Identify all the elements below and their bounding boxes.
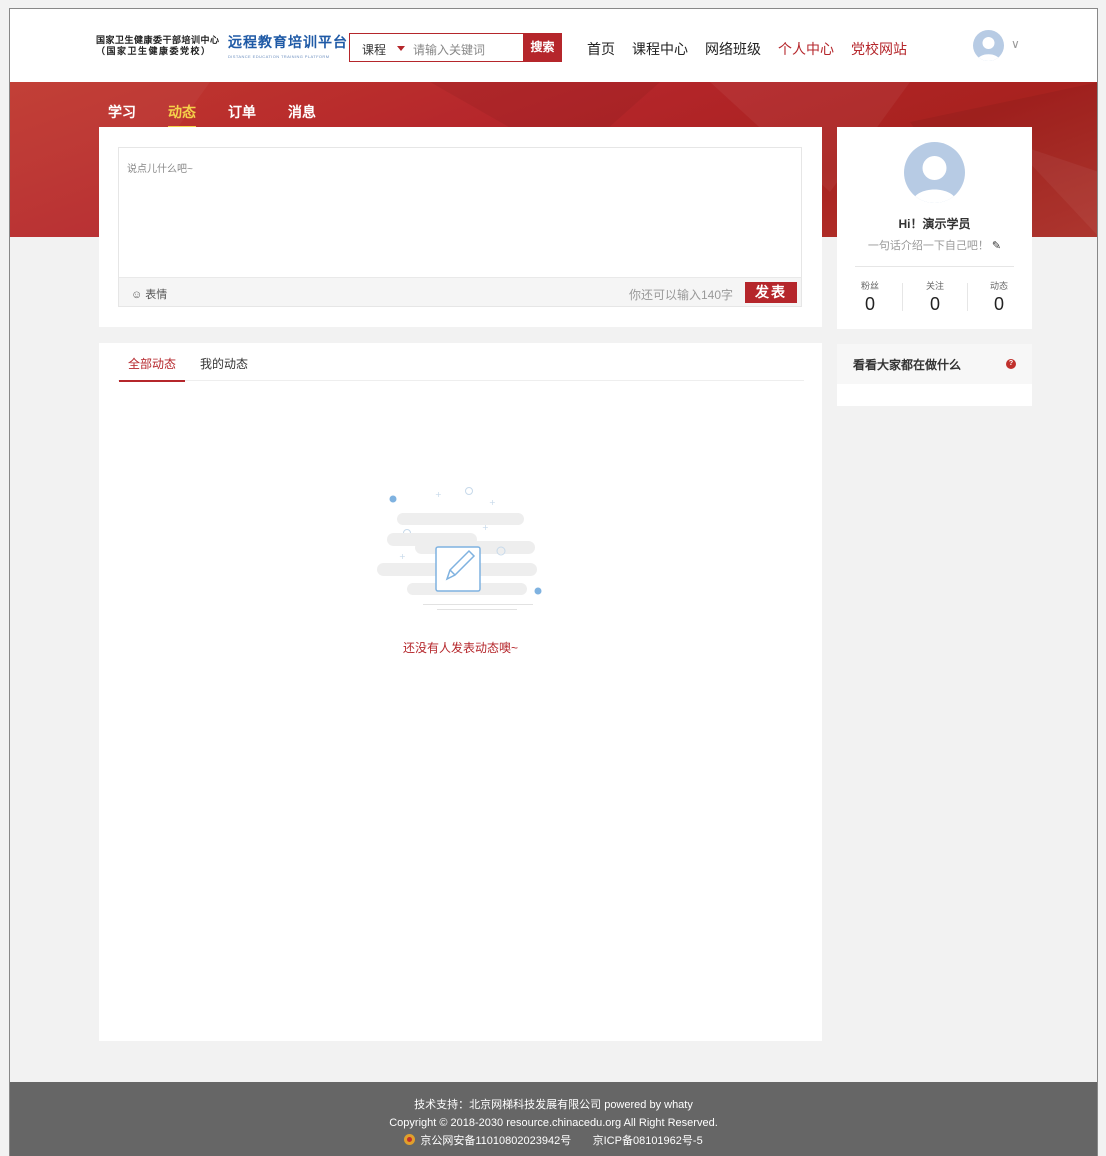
logo-line1: 国家卫生健康委干部培训中心 xyxy=(96,35,220,45)
footer-copyright: Copyright © 2018-2030 resource.chinacedu… xyxy=(389,1117,718,1129)
brand-name: 远程教育培训平台 xyxy=(228,35,348,51)
help-icon[interactable]: ? xyxy=(1006,359,1016,369)
nav-home[interactable]: 首页 xyxy=(587,39,615,59)
post-textarea[interactable]: 说点儿什么吧~ xyxy=(118,147,802,278)
police-record-link[interactable]: 京公网安备11010802023942号 xyxy=(420,1135,571,1147)
footer-support: 技术支持：北京网梯科技发展有限公司 powered by whaty xyxy=(414,1099,693,1111)
emoji-button[interactable]: ☺ 表情 xyxy=(131,286,167,302)
profile-intro-text: 一句话介绍一下自己吧！ xyxy=(867,240,989,252)
tab-all-activity[interactable]: 全部动态 xyxy=(118,355,186,382)
user-silhouette-icon xyxy=(912,156,957,203)
divider xyxy=(902,283,903,311)
card-header: 看看大家都在做什么 ? xyxy=(837,344,1032,384)
tab-messages[interactable]: 消息 xyxy=(288,102,316,122)
tab-study[interactable]: 学习 xyxy=(108,102,136,122)
main-nav: 首页 课程中心 网络班级 个人中心 党校网站 xyxy=(587,39,924,59)
svg-text:+: + xyxy=(489,498,496,507)
search-input[interactable]: 请输入关键词 xyxy=(413,41,485,58)
svg-text:+: + xyxy=(399,552,406,561)
logo-line2: （国家卫生健康委党校） xyxy=(96,46,212,56)
post-toolbar: ☺ 表情 你还可以输入140字 发表 xyxy=(118,277,802,307)
card-title: 看看大家都在做什么 xyxy=(853,358,962,372)
post-composer: 说点儿什么吧~ ☺ 表情 你还可以输入140字 发表 xyxy=(99,127,822,327)
user-avatar[interactable] xyxy=(973,30,1004,61)
stat-posts[interactable]: 动态 0 xyxy=(974,279,1024,315)
profile-avatar[interactable] xyxy=(904,142,965,203)
page-footer: 技术支持：北京网梯科技发展有限公司 powered by whaty Copyr… xyxy=(10,1082,1097,1156)
tab-orders[interactable]: 订单 xyxy=(228,102,256,122)
stat-value: 0 xyxy=(929,294,940,314)
page-frame: 国家卫生健康委干部培训中心 （国家卫生健康委党校） 远程教育培训平台 DISTA… xyxy=(9,8,1098,1156)
svg-text:+: + xyxy=(435,490,442,499)
org-logo[interactable]: 国家卫生健康委干部培训中心 （国家卫生健康委党校） xyxy=(96,35,220,57)
stat-label: 粉丝 xyxy=(860,281,879,291)
post-placeholder: 说点儿什么吧~ xyxy=(127,164,193,175)
brand-subtitle: DISTANCE EDUCATION TRAINING PLATFORM xyxy=(228,54,330,59)
publish-button[interactable]: 发表 xyxy=(745,282,797,303)
nav-classes[interactable]: 网络班级 xyxy=(705,39,761,59)
empty-state-text: 还没有人发表动态噢~ xyxy=(402,641,518,655)
search-category-select[interactable]: 课程 xyxy=(362,41,386,58)
pencil-icon[interactable]: ✎ xyxy=(992,240,1001,252)
profile-greeting: Hi！演示学员 xyxy=(898,217,971,231)
tab-activity[interactable]: 动态 xyxy=(168,102,196,128)
police-badge-icon xyxy=(404,1134,416,1145)
empty-state-illustration: + + + + xyxy=(377,479,547,632)
emoji-label: 表情 xyxy=(145,289,168,301)
user-silhouette-icon xyxy=(977,37,1000,61)
divider xyxy=(967,283,968,311)
char-counter: 你还可以输入140字 xyxy=(628,288,733,302)
search-button[interactable]: 搜索 xyxy=(523,33,562,62)
feed-tabs: 全部动态 我的动态 xyxy=(118,343,804,382)
icp-record-link[interactable]: 京ICP备08101962号-5 xyxy=(593,1135,703,1147)
profile-tabs: 学习 动态 订单 消息 xyxy=(108,102,348,128)
stat-label: 动态 xyxy=(989,281,1008,291)
caret-down-icon[interactable] xyxy=(397,46,405,51)
profile-intro[interactable]: 一句话介绍一下自己吧！ ✎ xyxy=(837,237,1032,253)
top-header: 国家卫生健康委干部培训中心 （国家卫生健康委党校） 远程教育培训平台 DISTA… xyxy=(10,9,1097,82)
profile-card: Hi！演示学员 一句话介绍一下自己吧！ ✎ 粉丝 0 关注 0 动态 0 xyxy=(837,127,1032,329)
platform-brand[interactable]: 远程教育培训平台 DISTANCE EDUCATION TRAINING PLA… xyxy=(228,32,348,59)
stat-value: 0 xyxy=(864,294,875,314)
stat-value: 0 xyxy=(993,294,1004,314)
stat-following[interactable]: 关注 0 xyxy=(910,279,960,315)
nav-personal-center[interactable]: 个人中心 xyxy=(778,39,834,59)
nav-party-school[interactable]: 党校网站 xyxy=(851,39,907,59)
community-activity-card: 看看大家都在做什么 ? xyxy=(837,344,1032,406)
activity-feed: 全部动态 我的动态 + + + + 还没有人发表动态噢~ xyxy=(99,343,822,1041)
nav-courses[interactable]: 课程中心 xyxy=(632,39,688,59)
stat-label: 关注 xyxy=(925,281,944,291)
footer-records: 京公网安备11010802023942号 京ICP备08101962号-5 xyxy=(10,1132,1097,1148)
chevron-down-icon[interactable]: ∨ xyxy=(1011,37,1020,51)
tab-my-activity[interactable]: 我的动态 xyxy=(200,355,248,372)
smiley-icon: ☺ xyxy=(131,289,143,301)
stat-followers[interactable]: 粉丝 0 xyxy=(845,279,895,315)
divider xyxy=(855,266,1014,267)
